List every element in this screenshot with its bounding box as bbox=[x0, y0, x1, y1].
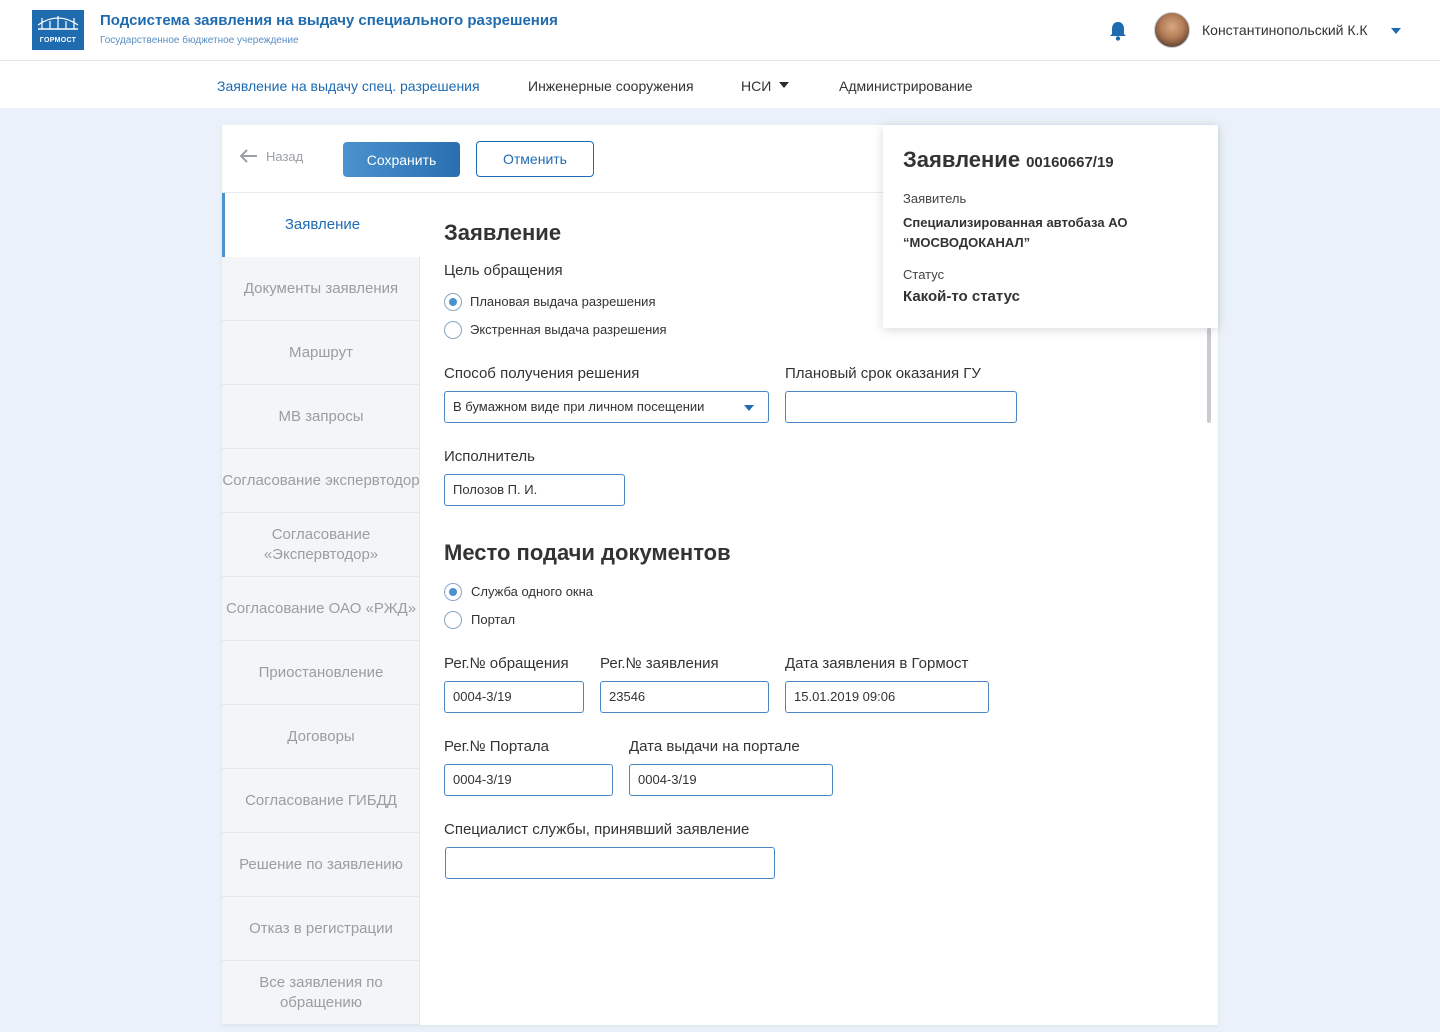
sidebar-item-decision[interactable]: Решение по заявлению bbox=[222, 833, 420, 897]
bridge-icon bbox=[37, 16, 79, 30]
info-title-text: Заявление bbox=[903, 147, 1021, 172]
purpose-label: Цель обращения bbox=[444, 262, 563, 279]
app-subtitle: Государственное бюджетное учереждение bbox=[100, 35, 299, 46]
sidebar-item-approval-gibdd[interactable]: Согласование ГИБДД bbox=[222, 769, 420, 833]
save-button[interactable]: Сохранить bbox=[343, 142, 460, 177]
caret-down-icon bbox=[779, 82, 790, 89]
sidebar-item-all-applications[interactable]: Все заявления по обращению bbox=[222, 961, 420, 1025]
sidebar-item-route[interactable]: Маршрут bbox=[222, 321, 420, 385]
cancel-button[interactable]: Отменить bbox=[476, 141, 594, 177]
reg-appeal-label: Рег.№ обращения bbox=[444, 655, 569, 672]
portal-date-label: Дата выдачи на портале bbox=[629, 738, 800, 755]
avatar[interactable] bbox=[1154, 12, 1190, 48]
date-gormost-input[interactable]: 15.01.2019 09:06 bbox=[785, 681, 989, 713]
nav-item-administration[interactable]: Администрирование bbox=[839, 78, 973, 94]
chevron-down-icon bbox=[744, 405, 754, 411]
applicant-label: Заявитель bbox=[903, 191, 967, 206]
nav-item-nsi-label: НСИ bbox=[741, 78, 772, 94]
scrollbar[interactable] bbox=[1207, 328, 1211, 423]
specialist-label: Специалист службы, принявший заявление bbox=[444, 821, 750, 838]
reg-portal-input[interactable]: 0004-3/19 bbox=[444, 764, 613, 796]
place-window-label[interactable]: Служба одного окна bbox=[471, 584, 593, 599]
sidebar-item-application[interactable]: Заявление bbox=[222, 193, 420, 257]
arrow-left-icon bbox=[239, 149, 258, 166]
section-title-application: Заявление bbox=[444, 220, 562, 245]
logo-text: ГОРМОСТ bbox=[39, 37, 77, 44]
reg-application-label: Рег.№ заявления bbox=[600, 655, 719, 672]
nav-item-application[interactable]: Заявление на выдачу спец. разрешения bbox=[217, 78, 480, 94]
sidebar-item-contracts[interactable]: Договоры bbox=[222, 705, 420, 769]
executor-label: Исполнитель bbox=[444, 448, 535, 465]
purpose-planned-radio[interactable] bbox=[444, 293, 462, 311]
back-label: Назад bbox=[266, 149, 304, 164]
method-select-value: В бумажном виде при личном посещении bbox=[453, 399, 705, 414]
sidebar-item-mv-requests[interactable]: МВ запросы bbox=[222, 385, 420, 449]
reg-appeal-input[interactable]: 0004-3/19 bbox=[444, 681, 584, 713]
method-label: Способ получения решения bbox=[444, 365, 640, 382]
top-header: ГОРМОСТ Подсистема заявления на выдачу с… bbox=[0, 0, 1440, 61]
gormost-logo[interactable]: ГОРМОСТ bbox=[32, 10, 84, 50]
reg-application-input[interactable]: 23546 bbox=[600, 681, 769, 713]
user-name[interactable]: Константинопольский К.К bbox=[1202, 22, 1368, 38]
status-value: Какой-то статус bbox=[903, 288, 1020, 305]
purpose-planned-label[interactable]: Плановая выдача разрешения bbox=[470, 294, 655, 309]
sidebar-item-approval-expert-quoted[interactable]: Согласование «Экспервтодор» bbox=[222, 513, 420, 577]
planned-term-label: Плановый срок оказания ГУ bbox=[785, 365, 981, 382]
applicant-value: Специализированная автобаза АО “МОСВОДОК… bbox=[903, 215, 1128, 250]
main-nav: Заявление на выдачу спец. разрешения Инж… bbox=[0, 61, 1440, 108]
portal-date-input[interactable]: 0004-3/19 bbox=[629, 764, 833, 796]
date-gormost-label: Дата заявления в Гормост bbox=[785, 655, 969, 672]
info-title: Заявление 00160667/19 bbox=[903, 147, 1114, 173]
sidebar-item-documents[interactable]: Документы заявления bbox=[222, 257, 420, 321]
executor-input[interactable]: Полозов П. И. bbox=[444, 474, 625, 506]
notification-bell-icon[interactable] bbox=[1108, 20, 1128, 42]
place-portal-radio[interactable] bbox=[444, 611, 462, 629]
sidebar-item-approval-expert[interactable]: Согласование экспервтодор bbox=[222, 449, 420, 513]
sidebar-item-approval-rzd[interactable]: Согласование ОАО «РЖД» bbox=[222, 577, 420, 641]
application-number: 00160667/19 bbox=[1026, 154, 1114, 171]
purpose-emergency-label[interactable]: Экстренная выдача разрешения bbox=[470, 322, 667, 337]
sidebar-item-refusal[interactable]: Отказ в регистрации bbox=[222, 897, 420, 961]
place-window-radio[interactable] bbox=[444, 583, 462, 601]
status-label: Статус bbox=[903, 267, 945, 282]
chevron-down-icon[interactable] bbox=[1391, 28, 1401, 34]
sidebar-item-suspension[interactable]: Приостановление bbox=[222, 641, 420, 705]
back-button[interactable]: Назад bbox=[239, 149, 304, 166]
place-portal-label[interactable]: Портал bbox=[471, 612, 515, 627]
purpose-emergency-radio[interactable] bbox=[444, 321, 462, 339]
section-title-place: Место подачи документов bbox=[444, 540, 731, 565]
section-sidebar: Заявление Документы заявления Маршрут МВ… bbox=[222, 193, 420, 1025]
method-select[interactable]: В бумажном виде при личном посещении bbox=[444, 391, 769, 423]
nav-item-nsi[interactable]: НСИ bbox=[741, 78, 790, 94]
nav-item-engineering[interactable]: Инженерные сооружения bbox=[528, 78, 694, 94]
application-info-panel: Заявление 00160667/19 Заявитель Специализ… bbox=[883, 125, 1218, 328]
planned-term-input[interactable] bbox=[785, 391, 1017, 423]
reg-portal-label: Рег.№ Портала bbox=[444, 738, 550, 755]
app-title: Подсистема заявления на выдачу специальн… bbox=[100, 12, 558, 29]
specialist-input[interactable] bbox=[445, 847, 775, 879]
